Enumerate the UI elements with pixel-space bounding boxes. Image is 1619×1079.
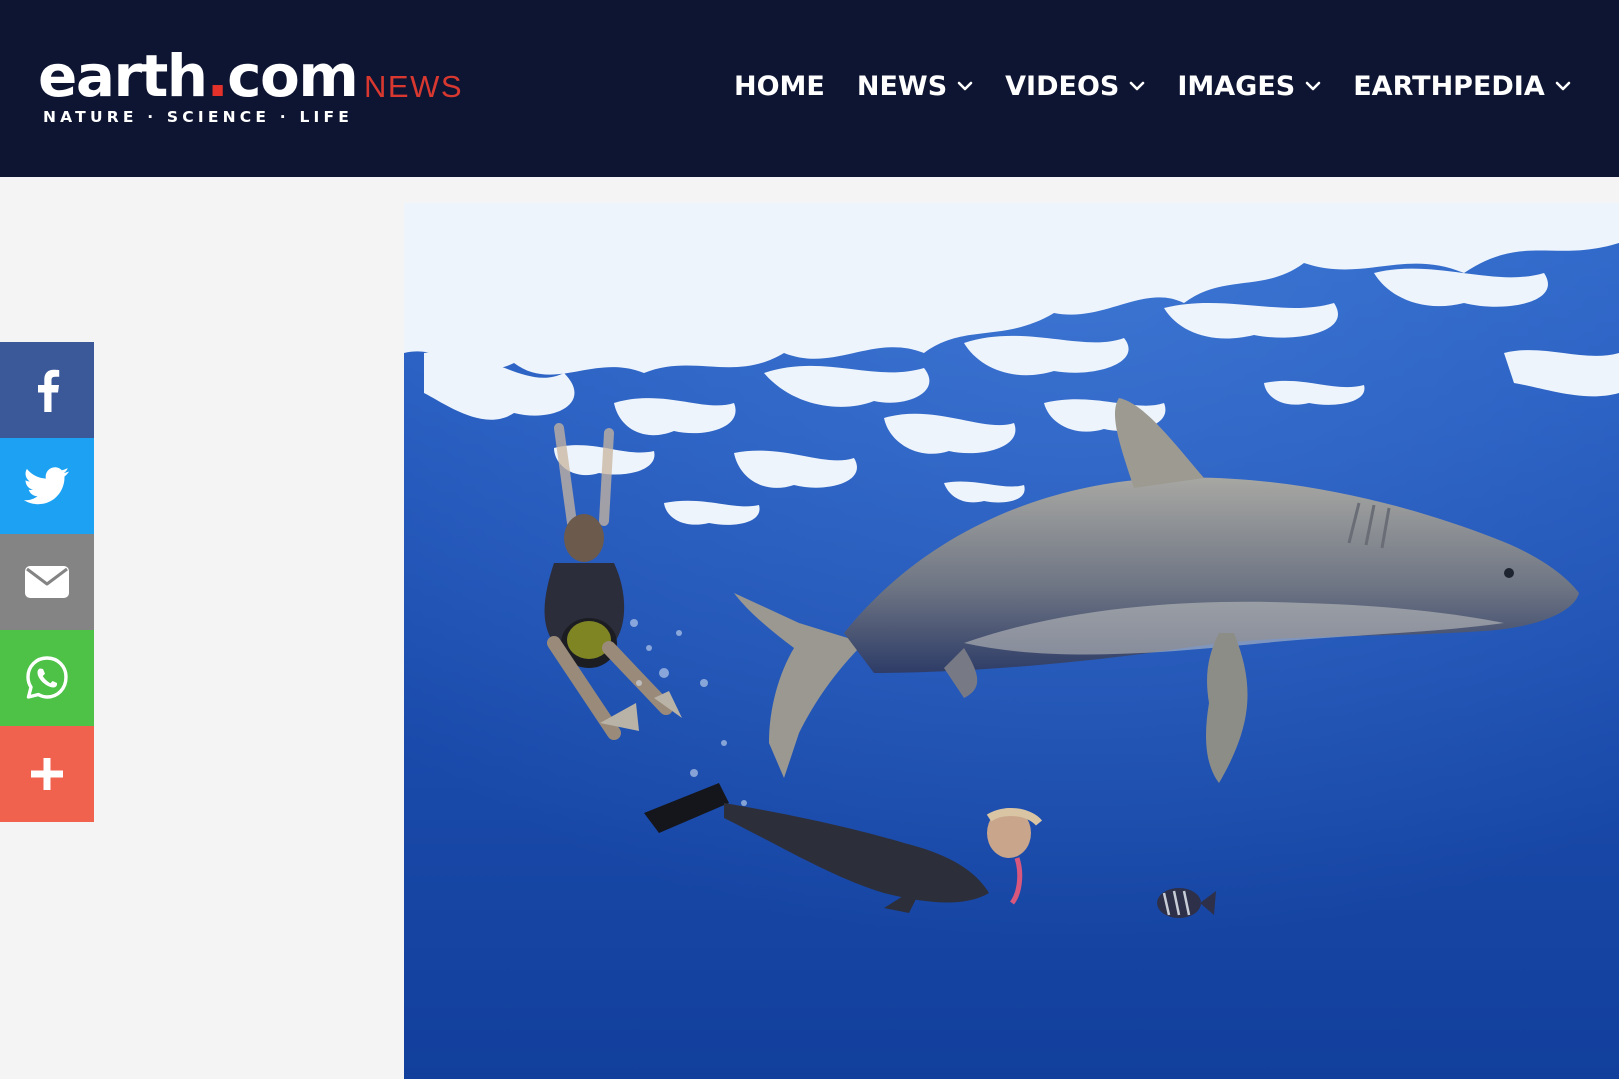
main-nav: HOME NEWS VIDEOS IMAGES EARTHPEDIA <box>734 68 1571 104</box>
facebook-icon <box>38 369 60 412</box>
site-logo[interactable]: earth.com NATURE · SCIENCE · LIFE <box>38 42 359 126</box>
nav-label: HOME <box>734 70 825 102</box>
nav-item-news[interactable]: NEWS <box>857 68 973 104</box>
logo-wordmark: earth.com <box>38 42 359 110</box>
nav-item-earthpedia[interactable]: EARTHPEDIA <box>1353 68 1571 104</box>
section-label[interactable]: NEWS <box>364 70 463 104</box>
chevron-down-icon <box>957 81 973 91</box>
nav-label: NEWS <box>856 70 948 102</box>
chevron-down-icon <box>1305 81 1321 91</box>
nav-label: VIDEOS <box>1005 70 1120 102</box>
nav-item-images[interactable]: IMAGES <box>1177 68 1321 104</box>
nav-label: IMAGES <box>1177 70 1296 102</box>
twitter-icon <box>24 467 70 505</box>
share-whatsapp-button[interactable] <box>0 630 94 726</box>
share-facebook-button[interactable] <box>0 342 94 438</box>
nav-label: EARTHPEDIA <box>1353 70 1545 102</box>
nav-item-home[interactable]: HOME <box>734 68 825 104</box>
chevron-down-icon <box>1130 81 1145 91</box>
chevron-down-icon <box>1555 81 1571 91</box>
share-sidebar <box>0 342 94 822</box>
logo-tagline: NATURE · SCIENCE · LIFE <box>43 108 354 126</box>
share-email-button[interactable] <box>0 534 94 630</box>
email-icon <box>25 566 69 598</box>
hero-image <box>404 203 1619 1079</box>
share-more-button[interactable] <box>0 726 94 822</box>
hero-illustration <box>404 203 1619 1079</box>
share-twitter-button[interactable] <box>0 438 94 534</box>
site-header: earth.com NATURE · SCIENCE · LIFE NEWS H… <box>0 0 1619 177</box>
whatsapp-icon <box>26 656 68 699</box>
nav-item-videos[interactable]: VIDEOS <box>1005 68 1145 104</box>
plus-icon <box>31 758 63 790</box>
